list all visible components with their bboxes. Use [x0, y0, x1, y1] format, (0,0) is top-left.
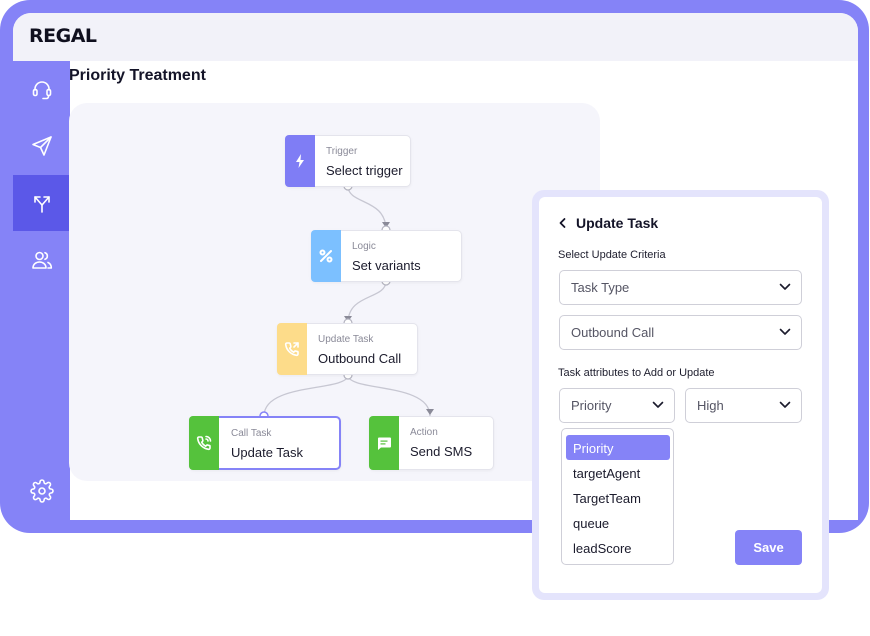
- attributes-label: Task attributes to Add or Update: [558, 367, 715, 379]
- save-button[interactable]: Save: [735, 530, 802, 565]
- chevron-down-icon: [779, 283, 791, 290]
- node-icon-trigger: [285, 135, 315, 187]
- node-icon-call-task: [189, 416, 219, 470]
- split-arrows-icon: [33, 196, 50, 213]
- flow-node-action[interactable]: Action Send SMS: [369, 416, 494, 470]
- outbound-call-select[interactable]: Outbound Call: [559, 315, 802, 350]
- send-icon: [31, 136, 52, 156]
- sidebar-item-users[interactable]: [13, 232, 70, 288]
- flow-node-update-task[interactable]: Update Task Outbound Call: [277, 323, 418, 375]
- node-icon-logic: [311, 230, 341, 282]
- attribute-select[interactable]: Priority: [559, 388, 675, 423]
- users-icon: [31, 251, 52, 269]
- node-kind-label: Trigger: [326, 146, 358, 157]
- panel-title: Update Task: [576, 215, 659, 231]
- select-value: Priority: [571, 398, 612, 413]
- node-name-label: Select trigger: [326, 163, 403, 178]
- page-title: Priority Treatment: [69, 67, 206, 84]
- select-value: Task Type: [571, 280, 630, 295]
- value-select[interactable]: High: [685, 388, 802, 423]
- criteria-label: Select Update Criteria: [558, 249, 666, 261]
- top-bar: REGAL: [13, 13, 858, 61]
- dropdown-option-targetagent[interactable]: targetAgent: [566, 460, 670, 485]
- sidebar-item-settings[interactable]: [13, 463, 70, 519]
- dropdown-option-leadscore[interactable]: leadScore: [566, 535, 670, 560]
- select-value: Outbound Call: [571, 325, 655, 340]
- node-name-label: Set variants: [352, 258, 421, 273]
- headset-icon: [32, 81, 51, 100]
- sidebar-item-headset[interactable]: [13, 61, 70, 117]
- sidebar-item-flows[interactable]: [13, 175, 70, 231]
- gear-icon: [29, 479, 54, 503]
- sidebar: [13, 61, 70, 520]
- dropdown-option-priority[interactable]: Priority: [566, 435, 670, 460]
- node-kind-label: Update Task: [318, 334, 374, 345]
- dropdown-option-queue[interactable]: queue: [566, 510, 670, 535]
- task-type-select[interactable]: Task Type: [559, 270, 802, 305]
- flow-node-call-task[interactable]: Call Task Update Task: [189, 416, 341, 470]
- node-kind-label: Logic: [352, 241, 376, 252]
- sidebar-item-send[interactable]: [13, 118, 70, 174]
- chevron-down-icon: [779, 401, 791, 408]
- flow-node-logic[interactable]: Logic Set variants: [311, 230, 462, 282]
- flow-node-trigger[interactable]: Trigger Select trigger: [285, 135, 411, 187]
- node-name-label: Send SMS: [410, 444, 473, 459]
- stage: REGAL Priority Treatment Trigger Select …: [0, 0, 870, 636]
- select-value: High: [697, 398, 724, 413]
- message-icon: [378, 437, 391, 450]
- chevron-down-icon: [779, 328, 791, 335]
- regal-logo[interactable]: REGAL: [29, 25, 97, 47]
- phone-outgoing-icon: [284, 342, 299, 357]
- attribute-dropdown-list: Priority targetAgent TargetTeam queue le…: [561, 428, 674, 565]
- node-icon-update-task: [277, 323, 307, 375]
- node-kind-label: Call Task: [231, 428, 272, 439]
- node-name-label: Outbound Call: [318, 351, 402, 366]
- lightning-icon: [296, 154, 304, 168]
- node-kind-label: Action: [410, 427, 438, 438]
- dropdown-option-targetteam[interactable]: TargetTeam: [566, 485, 670, 510]
- chevron-down-icon: [652, 401, 664, 408]
- node-icon-action: [369, 416, 399, 470]
- back-chevron-icon[interactable]: [558, 216, 568, 230]
- node-name-label: Update Task: [231, 445, 304, 460]
- percent-icon: [319, 249, 333, 263]
- phone-call-icon: [196, 435, 212, 451]
